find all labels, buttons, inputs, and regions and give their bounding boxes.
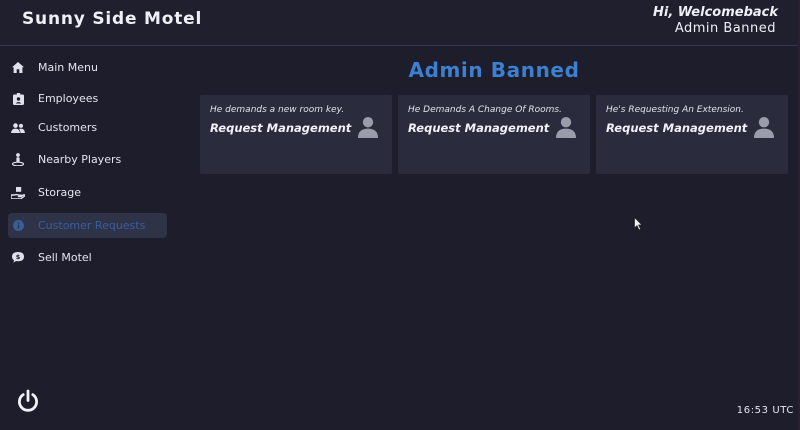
sidebar-item-label: Sell Motel [38, 251, 92, 264]
home-icon [11, 61, 25, 75]
sidebar-item-label: Customers [38, 121, 98, 134]
sidebar-item-label: Storage [38, 186, 82, 199]
sidebar-item-sell-motel[interactable]: $ Sell Motel [8, 245, 167, 270]
card-label: Request Management [210, 121, 352, 135]
chat-dollar-icon: $ [11, 251, 25, 265]
card-subtitle: He Demands A Change Of Rooms. [408, 105, 562, 115]
info-circle-icon [11, 219, 25, 233]
user-icon [556, 117, 576, 138]
svg-text:$: $ [16, 253, 21, 261]
sidebar-item-customers[interactable]: Customers [8, 115, 167, 140]
sidebar: Main Menu Employees Customers Nearby Pla… [0, 47, 180, 430]
request-card-extension[interactable]: He's Requesting An Extension. Request Ma… [596, 95, 788, 174]
sidebar-item-label: Nearby Players [38, 153, 122, 166]
card-label: Request Management [606, 121, 748, 135]
id-badge-icon [11, 92, 25, 106]
request-card-room-change[interactable]: He Demands A Change Of Rooms. Request Ma… [398, 95, 590, 174]
sidebar-item-storage[interactable]: Storage [8, 180, 167, 205]
power-icon [18, 389, 38, 412]
box-hand-icon [11, 186, 25, 200]
sidebar-item-label: Customer Requests [38, 219, 146, 232]
mouse-cursor-icon [634, 217, 643, 231]
app-header: Sunny Side Motel Hi, Welcomeback Admin B… [0, 0, 800, 46]
users-icon [11, 121, 25, 135]
clock: 16:53 UTC [736, 405, 794, 416]
request-card-room-key[interactable]: He demands a new room key. Request Manag… [200, 95, 392, 174]
power-button[interactable] [16, 389, 40, 413]
sidebar-item-customer-requests[interactable]: Customer Requests [8, 213, 167, 238]
sidebar-item-label: Employees [38, 92, 99, 105]
user-icon [754, 117, 774, 138]
sidebar-item-employees[interactable]: Employees [8, 86, 167, 111]
user-icon [358, 117, 378, 138]
card-subtitle: He demands a new room key. [210, 105, 345, 115]
username-text: Admin Banned [674, 21, 776, 36]
card-label: Request Management [408, 121, 550, 135]
app-title: Sunny Side Motel [22, 9, 203, 29]
sidebar-item-label: Main Menu [38, 61, 98, 74]
person-pin-icon [11, 153, 25, 167]
greeting-text: Hi, Welcomeback [652, 5, 778, 20]
sidebar-item-main-menu[interactable]: Main Menu [8, 55, 167, 80]
sidebar-item-nearby-players[interactable]: Nearby Players [8, 147, 167, 172]
page-title: Admin Banned [408, 58, 580, 82]
card-subtitle: He's Requesting An Extension. [606, 105, 744, 115]
